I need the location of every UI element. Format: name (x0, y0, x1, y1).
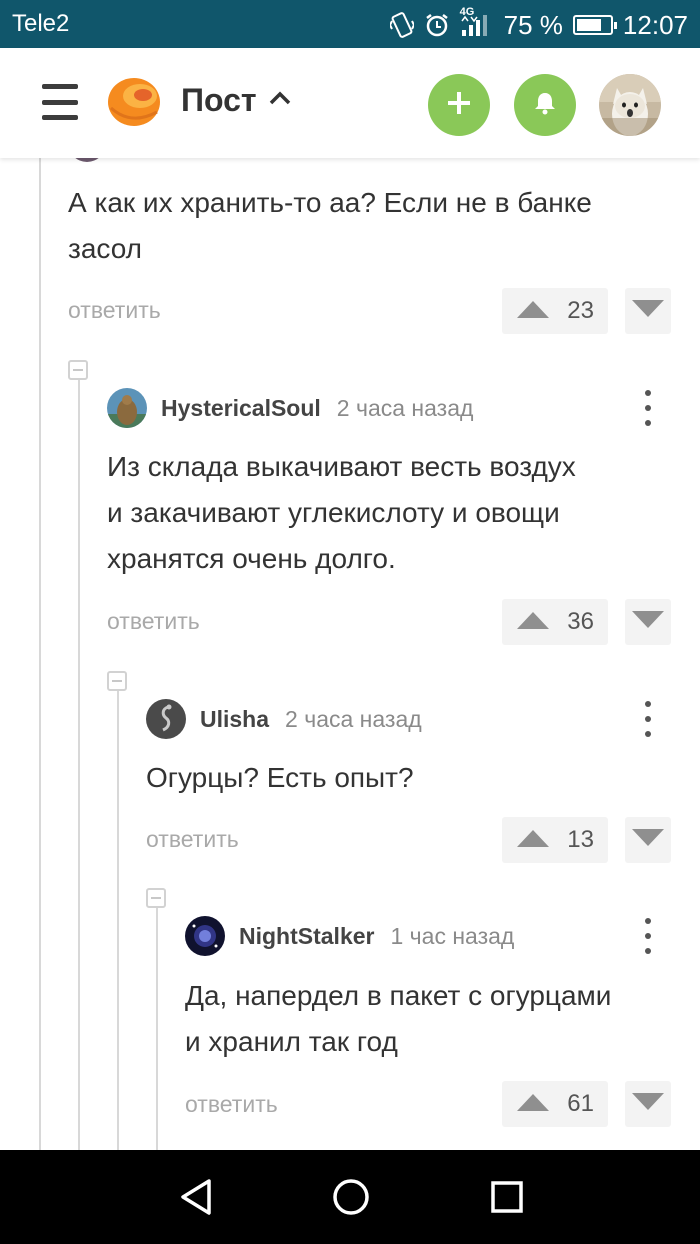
vote-count: 36 (567, 608, 594, 635)
reply-button[interactable]: ответить (146, 826, 239, 853)
comment-header: HystericalSoul 2 часа назад (107, 388, 473, 428)
network-type: 4G (459, 6, 475, 18)
recents-square-icon[interactable] (487, 1177, 527, 1217)
page-title: Пост (181, 82, 257, 118)
upvote-button[interactable]: 13 (502, 817, 608, 863)
alarm-icon (424, 12, 450, 38)
avatar[interactable] (107, 388, 147, 428)
post-title-toggle[interactable]: Пост (181, 82, 291, 119)
comment-text-line: хранятся очень долго. (107, 543, 396, 574)
arrow-down-icon (632, 299, 664, 323)
comment-text: Из склада выкачивают весть воздух и зака… (107, 444, 687, 582)
more-options-icon[interactable] (643, 390, 653, 426)
timestamp: 2 часа назад (285, 705, 422, 732)
plus-icon (446, 90, 472, 121)
arrow-up-icon (517, 611, 549, 634)
chevron-up-icon (269, 91, 291, 110)
arrow-down-icon (632, 610, 664, 634)
comment-text-line: и хранил так год (185, 1026, 398, 1057)
collapse-thread-button[interactable] (68, 360, 88, 380)
arrow-up-icon (517, 300, 549, 323)
bell-icon (534, 91, 556, 120)
thread-line-level-3 (117, 691, 119, 1150)
arrow-up-icon (517, 1093, 549, 1116)
vote-count: 61 (567, 1090, 594, 1117)
avatar[interactable] (146, 699, 186, 739)
avatar[interactable] (185, 916, 225, 956)
comment-text-line: Из склада выкачивают весть воздух (107, 451, 576, 482)
comment-header: Ulisha 2 часа назад (146, 699, 422, 739)
downvote-button[interactable] (625, 288, 671, 334)
clock: 12:07 (622, 9, 688, 40)
comment-text-line: засол (68, 233, 143, 264)
comments-thread: А как их хранить-то аа? Если не в банке … (0, 158, 700, 1150)
upvote-button[interactable]: 23 (502, 288, 608, 334)
thread-line-level-4 (156, 908, 158, 1150)
status-bar: Tele2 4G 75 % 12:07 (0, 0, 700, 48)
comment-text-line: Огурцы? Есть опыт? (146, 762, 414, 793)
battery-percent: 75 % (503, 9, 563, 40)
comment-text-line: и закачивают углекислоту и овощи (107, 497, 560, 528)
status-icons: 4G 75 % 12:07 (389, 6, 688, 42)
vote-count: 23 (567, 297, 594, 324)
comment-text: Огурцы? Есть опыт? (146, 755, 686, 801)
thread-line-level-2 (78, 380, 80, 1150)
comment-text: Да, напердел в пакет с огурцами и хранил… (185, 973, 690, 1065)
arrow-up-icon (517, 829, 549, 852)
downvote-button[interactable] (625, 599, 671, 645)
more-options-icon[interactable] (643, 701, 653, 737)
add-post-button[interactable] (428, 74, 490, 136)
arrow-down-icon (632, 1092, 664, 1116)
collapse-thread-button[interactable] (146, 888, 166, 908)
comment-header: NightStalker 1 час назад (185, 916, 514, 956)
comment-text-line: А как их хранить-то аа? Если не в банке (68, 187, 592, 218)
pikabu-logo[interactable] (107, 76, 161, 128)
username[interactable]: HystericalSoul (161, 395, 321, 422)
thread-line-level-1 (39, 158, 41, 1150)
app-header: Пост (0, 48, 700, 158)
downvote-button[interactable] (625, 817, 671, 863)
battery-icon (572, 15, 617, 35)
signal-icon: 4G (460, 6, 494, 38)
comment-text-line: Да, напердел в пакет с огурцами (185, 980, 612, 1011)
carrier-name: Tele2 (12, 10, 70, 37)
username[interactable]: Ulisha (200, 706, 269, 733)
user-avatar[interactable] (599, 74, 661, 136)
timestamp: 2 часа назад (336, 394, 474, 421)
system-nav-bar (0, 1150, 700, 1244)
reply-button[interactable]: ответить (107, 608, 200, 635)
username[interactable]: NightStalker (239, 923, 374, 950)
reply-button[interactable]: ответить (185, 1091, 278, 1118)
notifications-button[interactable] (514, 74, 576, 136)
vibrate-icon (389, 11, 414, 39)
more-options-icon[interactable] (643, 918, 653, 954)
vote-count: 13 (567, 826, 594, 853)
collapse-thread-button[interactable] (107, 671, 127, 691)
upvote-button[interactable]: 36 (502, 599, 608, 645)
comment-text: А как их хранить-то аа? Если не в банке … (68, 180, 668, 272)
hamburger-icon[interactable] (42, 84, 78, 120)
avatar-partial (68, 158, 106, 162)
back-triangle-icon[interactable] (176, 1177, 216, 1217)
downvote-button[interactable] (625, 1081, 671, 1127)
upvote-button[interactable]: 61 (502, 1081, 608, 1127)
reply-button[interactable]: ответить (68, 297, 161, 324)
timestamp: 1 час назад (390, 922, 515, 949)
home-circle-icon[interactable] (331, 1177, 371, 1217)
arrow-down-icon (632, 828, 664, 852)
